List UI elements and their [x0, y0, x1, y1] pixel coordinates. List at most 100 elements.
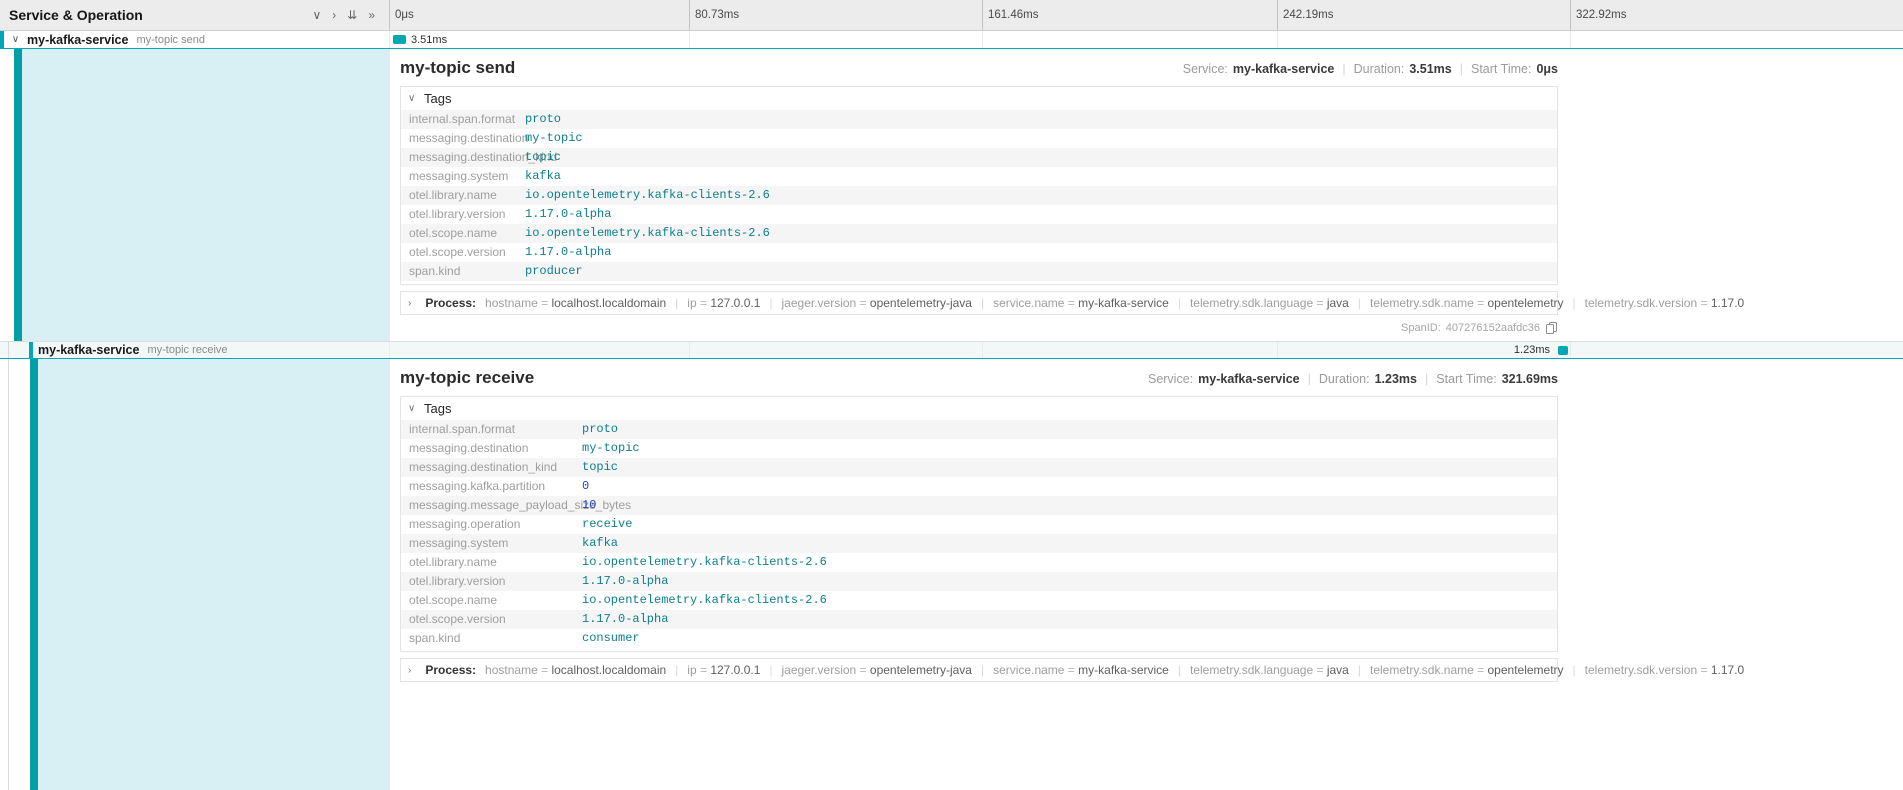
- tag-value: io.opentelemetry.kafka-clients-2.6: [582, 553, 835, 572]
- span-service-name: my-kafka-service: [27, 33, 128, 47]
- meta-label: Start Time:: [1471, 62, 1531, 76]
- span-duration-bar[interactable]: [393, 35, 406, 44]
- span-timeline-cell[interactable]: 1.23ms: [390, 342, 1903, 358]
- process-value: my-kafka-service: [1078, 296, 1169, 310]
- tag-row: internal.span.formatproto: [401, 420, 1557, 439]
- process-key: jaeger.version: [782, 296, 870, 310]
- tags-accordion-title: Tags: [424, 401, 451, 416]
- tag-key: otel.library.version: [401, 205, 525, 224]
- span-name-cell[interactable]: ∨ my-kafka-service my-topic send: [0, 31, 390, 48]
- tags-accordion: ∨ Tags internal.span.formatprotomessagin…: [400, 396, 1558, 652]
- tags-table: internal.span.formatprotomessaging.desti…: [401, 420, 1557, 651]
- tag-key: messaging.message_payload_size_bytes: [401, 496, 582, 515]
- tag-row: messaging.operationreceive: [401, 515, 1557, 534]
- timeline-tick: 322.92ms: [1570, 0, 1627, 30]
- tag-row: messaging.message_payload_size_bytes10: [401, 496, 1557, 515]
- process-key: hostname: [485, 296, 551, 310]
- process-accordion-header[interactable]: › Process: hostnamelocalhost.localdomain…: [400, 291, 1558, 315]
- span-row-my-topic-send[interactable]: ∨ my-kafka-service my-topic send 3.51ms: [0, 31, 1903, 49]
- span-timeline-cell[interactable]: 3.51ms: [390, 31, 1903, 48]
- process-key: ip: [687, 663, 710, 677]
- service-operation-header: Service & Operation ∨ › ⇊ »: [0, 0, 390, 30]
- process-accordion-header[interactable]: › Process: hostnamelocalhost.localdomain…: [400, 658, 1558, 682]
- process-kv: jaeger.versionopentelemetry-java: [760, 296, 972, 310]
- tree-indent-guide: [8, 342, 9, 358]
- span-expander-icon[interactable]: ∨: [9, 34, 22, 45]
- tag-key: span.kind: [401, 262, 525, 281]
- span-row-my-topic-receive[interactable]: my-kafka-service my-topic receive 1.23ms: [0, 341, 1903, 359]
- meta-value: my-kafka-service: [1198, 372, 1299, 386]
- tag-key: otel.scope.name: [401, 591, 582, 610]
- process-kv: hostnamelocalhost.localdomain: [485, 663, 666, 677]
- chevron-right-icon[interactable]: ›: [332, 9, 336, 21]
- grid-line: [1277, 342, 1278, 358]
- tag-row: otel.scope.version1.17.0-alpha: [401, 610, 1557, 629]
- tag-value: 10: [582, 496, 604, 515]
- tag-value: proto: [582, 420, 626, 439]
- tag-row: messaging.destinationmy-topic: [401, 439, 1557, 458]
- tags-accordion: ∨ Tags internal.span.formatprotomessagin…: [400, 86, 1558, 285]
- chevron-right-icon: ›: [408, 298, 411, 309]
- tag-row: otel.scope.nameio.opentelemetry.kafka-cl…: [401, 591, 1557, 610]
- meta-label: Duration:: [1354, 62, 1405, 76]
- process-title: Process:: [425, 296, 476, 310]
- timeline-header: Service & Operation ∨ › ⇊ » 0μs 80.73ms …: [0, 0, 1903, 31]
- process-key: jaeger.version: [782, 663, 870, 677]
- span-detail-title: my-topic receive: [400, 368, 534, 388]
- timeline-tick: 80.73ms: [689, 0, 739, 30]
- span-name-cell[interactable]: my-kafka-service my-topic receive: [0, 342, 390, 358]
- tags-table: internal.span.formatprotomessaging.desti…: [401, 110, 1557, 284]
- process-value: java: [1327, 663, 1349, 677]
- span-id-value: 407276152aafdc36: [1446, 322, 1540, 334]
- tags-accordion-header[interactable]: ∨ Tags: [401, 397, 1557, 420]
- span-detail-header: my-topic send Service:my-kafka-serviceDu…: [400, 58, 1558, 78]
- timeline-tick: 242.19ms: [1277, 0, 1334, 30]
- tag-row: otel.library.nameio.opentelemetry.kafka-…: [401, 186, 1557, 205]
- process-key: telemetry.sdk.version: [1585, 296, 1711, 310]
- span-detail-highlight: [22, 49, 390, 341]
- meta-item: Service:my-kafka-service: [1148, 372, 1300, 386]
- tag-key: internal.span.format: [401, 110, 525, 129]
- tag-key: otel.library.name: [401, 553, 582, 572]
- tag-value: io.opentelemetry.kafka-clients-2.6: [525, 186, 778, 205]
- service-operation-title: Service & Operation: [9, 7, 143, 23]
- span-duration-label: 1.23ms: [1486, 344, 1550, 356]
- tag-key: otel.library.version: [401, 572, 582, 591]
- grid-line: [689, 342, 690, 358]
- double-chevron-right-icon[interactable]: »: [368, 9, 375, 21]
- process-kv: ip127.0.0.1: [666, 663, 760, 677]
- tag-value: producer: [525, 262, 591, 281]
- copy-icon[interactable]: [1545, 321, 1558, 335]
- grid-line: [689, 31, 690, 48]
- tag-value: 1.17.0-alpha: [525, 243, 619, 262]
- tag-key: messaging.kafka.partition: [401, 477, 582, 496]
- grid-line: [982, 31, 983, 48]
- tick-label: 161.46ms: [988, 9, 1039, 21]
- tag-key: messaging.system: [401, 167, 525, 186]
- span-duration-bar[interactable]: [1558, 346, 1568, 355]
- tag-value: receive: [582, 515, 640, 534]
- tags-accordion-header[interactable]: ∨ Tags: [401, 87, 1557, 110]
- tick-label: 322.92ms: [1576, 9, 1627, 21]
- span-detail-my-topic-receive: my-topic receive Service:my-kafka-servic…: [0, 359, 1903, 790]
- chevron-down-icon[interactable]: ∨: [312, 9, 321, 21]
- process-value: opentelemetry: [1488, 663, 1564, 677]
- process-value: opentelemetry-java: [870, 296, 972, 310]
- timeline-tick: 0μs: [390, 0, 414, 30]
- chevron-down-icon: ∨: [408, 403, 417, 414]
- process-value: localhost.localdomain: [551, 296, 666, 310]
- timeline-ruler[interactable]: 0μs 80.73ms 161.46ms 242.19ms 322.92ms: [390, 0, 1903, 30]
- process-title: Process:: [425, 663, 476, 677]
- double-chevron-down-icon[interactable]: ⇊: [347, 9, 357, 21]
- grid-line: [1570, 31, 1571, 48]
- process-key: service.name: [993, 663, 1078, 677]
- process-key: hostname: [485, 663, 551, 677]
- process-kv: telemetry.sdk.nameopentelemetry: [1349, 296, 1564, 310]
- process-value: 1.17.0: [1711, 296, 1744, 310]
- tag-row: internal.span.formatproto: [401, 110, 1557, 129]
- process-kv: telemetry.sdk.nameopentelemetry: [1349, 663, 1564, 677]
- meta-value: 0μs: [1536, 62, 1558, 76]
- tag-key: otel.library.name: [401, 186, 525, 205]
- timeline-tick: 161.46ms: [982, 0, 1039, 30]
- tag-value: 1.17.0-alpha: [582, 610, 676, 629]
